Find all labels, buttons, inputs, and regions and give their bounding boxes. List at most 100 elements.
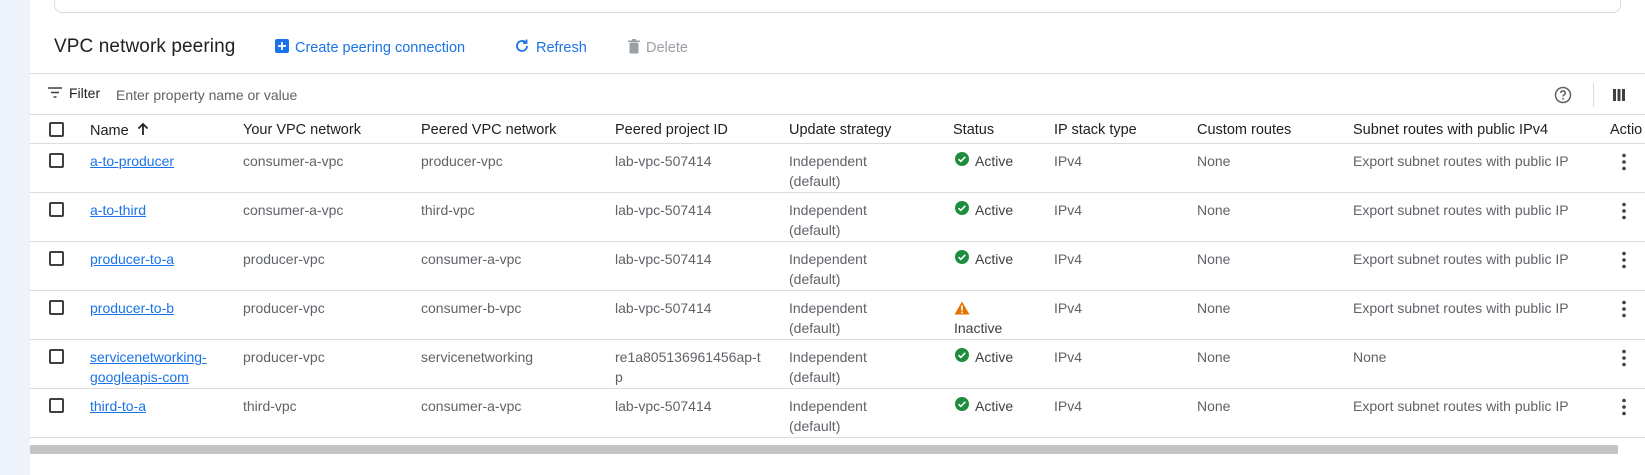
custom-routes-cell: None <box>1197 398 1231 414</box>
status-cell: Active <box>955 249 1013 269</box>
more-vert-icon[interactable] <box>1614 250 1634 270</box>
peering-toolbar: VPC network peering Create peering conne… <box>30 34 1645 62</box>
column-header-status[interactable]: Status <box>953 122 994 138</box>
help-circle-icon[interactable] <box>1553 85 1573 105</box>
peered-project-cell: lab-vpc-507414 <box>615 251 712 267</box>
status-text: Active <box>975 251 1014 267</box>
status-cell: Active <box>955 396 1013 416</box>
peered-vpc-cell: consumer-a-vpc <box>421 251 522 267</box>
arrow-up-icon <box>137 122 149 140</box>
row-checkbox[interactable] <box>49 398 64 413</box>
row-checkbox[interactable] <box>49 251 64 266</box>
horizontal-scrollbar[interactable] <box>30 445 1618 454</box>
custom-routes-cell: None <box>1197 251 1231 267</box>
column-header-update-strategy[interactable]: Update strategy <box>789 122 891 138</box>
status-cell: Inactive <box>954 298 1002 338</box>
create-peering-connection-button[interactable]: Create peering connection <box>275 34 465 62</box>
peered-vpc-cell: third-vpc <box>421 202 475 218</box>
table-row: third-to-a third-vpc consumer-a-vpc lab-… <box>30 389 1645 438</box>
ip-stack-cell: IPv4 <box>1054 153 1083 169</box>
column-header-actions: Actio <box>1610 122 1643 138</box>
toolbar-divider <box>1593 83 1594 107</box>
column-header-peered-project[interactable]: Peered project ID <box>615 122 728 138</box>
your-vpc-cell: producer-vpc <box>243 300 325 316</box>
column-header-your-vpc[interactable]: Your VPC network <box>243 122 361 138</box>
status-text: Active <box>975 349 1014 365</box>
ip-stack-cell: IPv4 <box>1054 398 1083 414</box>
more-vert-icon[interactable] <box>1614 348 1634 368</box>
update-strategy-cell: Independent (default) <box>789 202 867 238</box>
peering-name-link[interactable]: producer-to-a <box>90 249 174 269</box>
peering-name-link[interactable]: a-to-producer <box>90 151 174 171</box>
subnet-routes-cell: Export subnet routes with public IP <box>1353 251 1569 267</box>
your-vpc-cell: third-vpc <box>243 398 297 414</box>
row-checkbox[interactable] <box>49 349 64 364</box>
column-header-peered-vpc[interactable]: Peered VPC network <box>421 122 556 138</box>
select-all-checkbox[interactable] <box>49 122 64 137</box>
more-vert-icon[interactable] <box>1614 201 1634 221</box>
status-cell: Active <box>955 200 1013 220</box>
check-circle-icon <box>955 249 969 269</box>
peering-name-link[interactable]: a-to-third <box>90 200 146 220</box>
column-header-ip-stack[interactable]: IP stack type <box>1054 122 1137 138</box>
more-vert-icon[interactable] <box>1614 397 1634 417</box>
peering-name-link[interactable]: producer-to-b <box>90 298 174 318</box>
check-circle-icon <box>955 200 969 220</box>
table-row: servicenetworking-googleapis-com produce… <box>30 340 1645 389</box>
your-vpc-cell: consumer-a-vpc <box>243 153 344 169</box>
page-title: VPC network peering <box>54 36 236 57</box>
filter-input[interactable] <box>116 82 1446 108</box>
ip-stack-cell: IPv4 <box>1054 202 1083 218</box>
ip-stack-cell: IPv4 <box>1054 300 1083 316</box>
peered-vpc-cell: consumer-b-vpc <box>421 300 522 316</box>
update-strategy-cell: Independent (default) <box>789 153 867 189</box>
update-strategy-cell: Independent (default) <box>789 398 867 434</box>
column-header-subnet-routes[interactable]: Subnet routes with public IPv4 <box>1353 122 1548 138</box>
column-header-custom-routes[interactable]: Custom routes <box>1197 122 1291 138</box>
delete-label: Delete <box>646 40 688 56</box>
your-vpc-cell: consumer-a-vpc <box>243 202 344 218</box>
custom-routes-cell: None <box>1197 153 1231 169</box>
table-row: producer-to-b producer-vpc consumer-b-vp… <box>30 291 1645 340</box>
column-display-icon[interactable] <box>1609 85 1629 105</box>
peered-project-cell: lab-vpc-507414 <box>615 153 712 169</box>
main-content: VPC network peering Create peering conne… <box>30 0 1645 475</box>
subnet-routes-cell: Export subnet routes with public IP <box>1353 300 1569 316</box>
peered-project-cell: lab-vpc-507414 <box>615 300 712 316</box>
row-checkbox[interactable] <box>49 202 64 217</box>
custom-routes-cell: None <box>1197 349 1231 365</box>
table-row: producer-to-a producer-vpc consumer-a-vp… <box>30 242 1645 291</box>
refresh-label: Refresh <box>536 40 587 56</box>
ip-stack-cell: IPv4 <box>1054 251 1083 267</box>
delete-button[interactable]: Delete <box>628 34 688 62</box>
filter-label: Filter <box>69 85 101 101</box>
column-header-name[interactable]: Name <box>90 122 149 140</box>
peering-name-link[interactable]: third-to-a <box>90 396 146 416</box>
peered-vpc-cell: servicenetworking <box>421 349 534 365</box>
peering-name-link[interactable]: servicenetworking-googleapis-com <box>90 347 214 387</box>
peered-project-cell: lab-vpc-507414 <box>615 202 712 218</box>
custom-routes-cell: None <box>1197 300 1231 316</box>
table-header: Name Your VPC network Peered VPC network… <box>30 115 1645 144</box>
peered-vpc-cell: producer-vpc <box>421 153 503 169</box>
status-cell: Active <box>955 151 1013 171</box>
left-navigation-rail <box>0 0 30 475</box>
add-box-icon <box>275 39 289 57</box>
column-header-name-label: Name <box>90 123 129 139</box>
more-vert-icon[interactable] <box>1614 299 1634 319</box>
more-vert-icon[interactable] <box>1614 152 1634 172</box>
refresh-button[interactable]: Refresh <box>514 34 587 62</box>
row-checkbox[interactable] <box>49 300 64 315</box>
custom-routes-cell: None <box>1197 202 1231 218</box>
refresh-icon <box>514 38 530 58</box>
check-circle-icon <box>955 347 969 367</box>
peered-vpc-cell: consumer-a-vpc <box>421 398 522 414</box>
trash-icon <box>628 38 640 58</box>
filter-button[interactable]: Filter <box>48 85 100 101</box>
subnet-routes-cell: Export subnet routes with public IP <box>1353 153 1569 169</box>
subnet-routes-cell: None <box>1353 349 1387 365</box>
ip-stack-cell: IPv4 <box>1054 349 1083 365</box>
row-checkbox[interactable] <box>49 153 64 168</box>
check-circle-icon <box>955 151 969 171</box>
update-strategy-cell: Independent (default) <box>789 349 867 385</box>
